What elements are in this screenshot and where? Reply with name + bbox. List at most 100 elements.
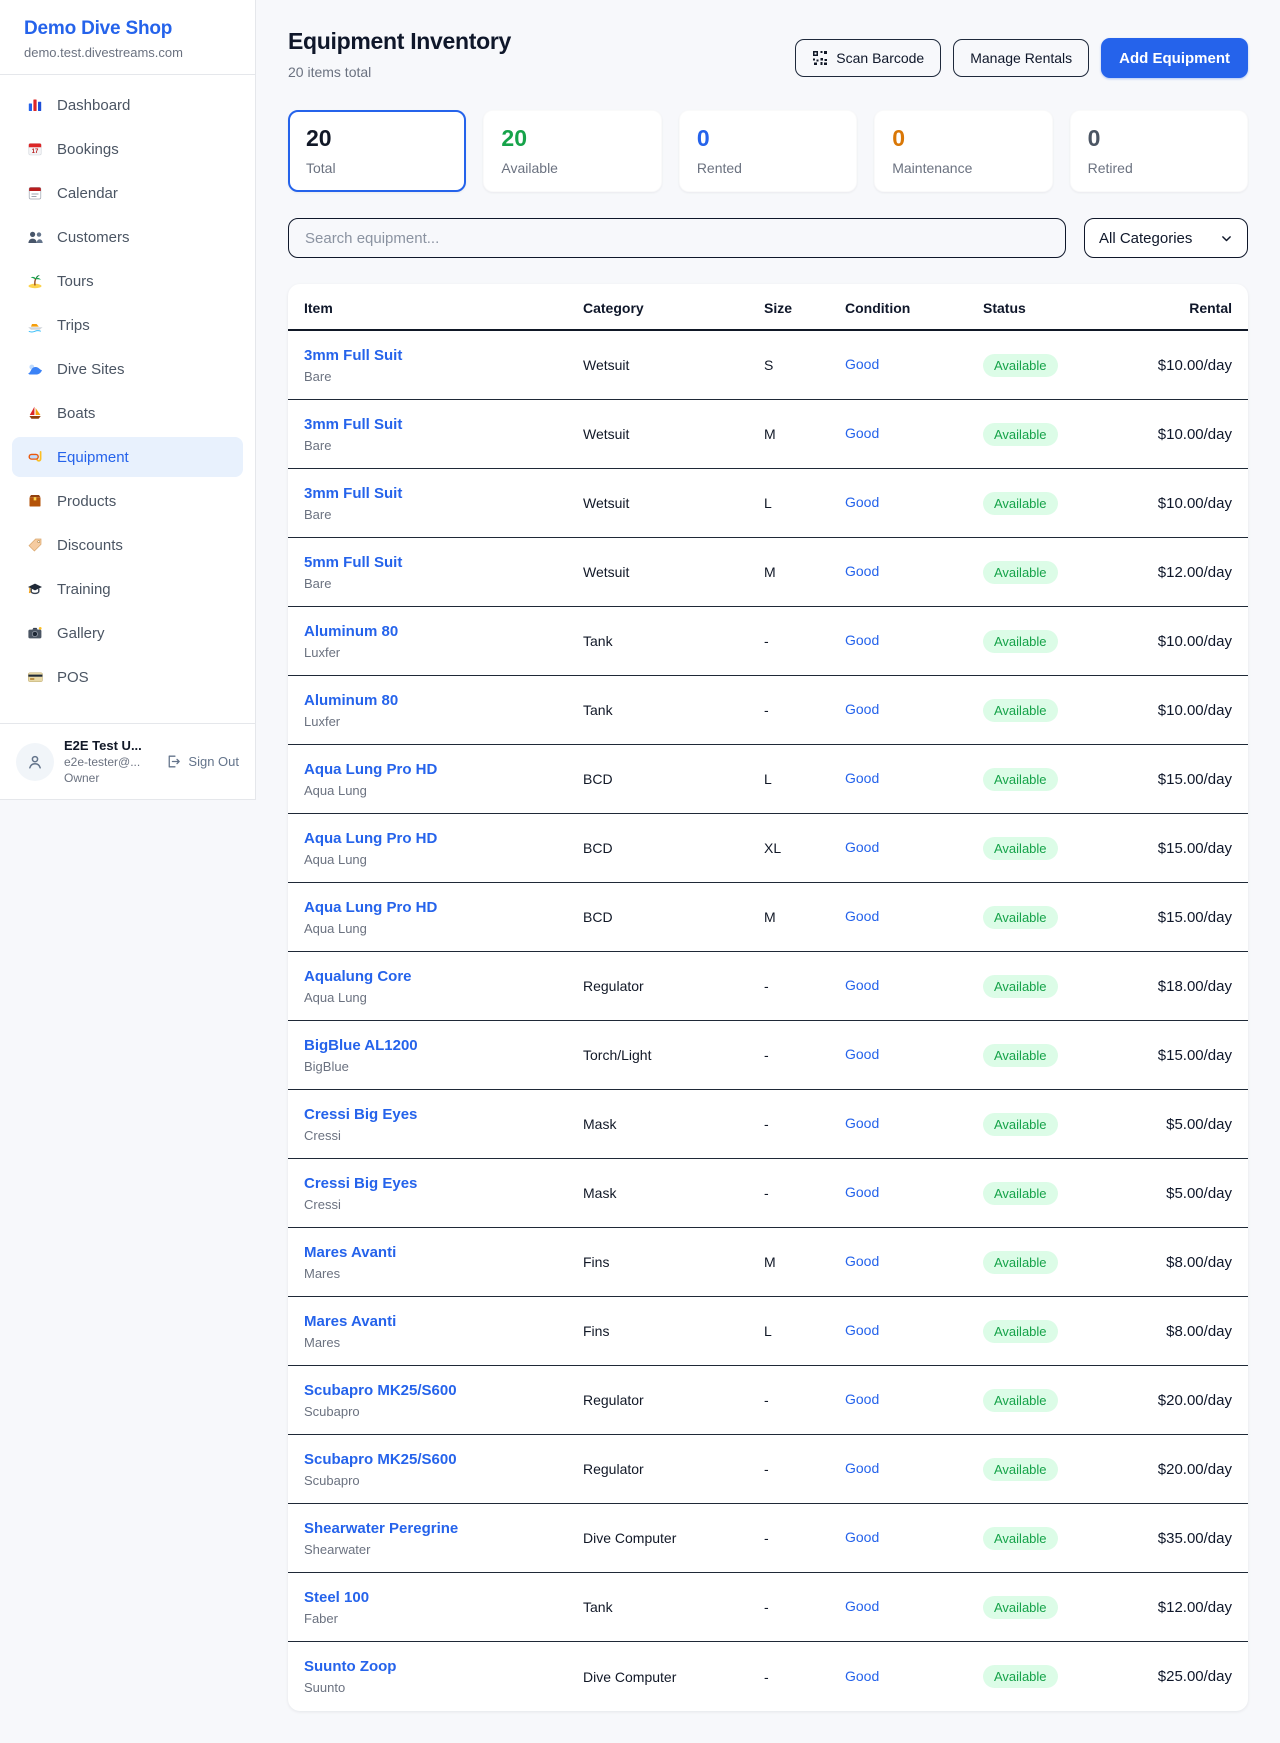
item-name-link[interactable]: Aqua Lung Pro HD	[304, 899, 437, 916]
status-badge: Available	[983, 975, 1058, 998]
item-name-link[interactable]: Steel 100	[304, 1589, 369, 1606]
stat-card-rented[interactable]: 0 Rented	[679, 110, 857, 192]
stat-card-maintenance[interactable]: 0 Maintenance	[874, 110, 1052, 192]
item-name-link[interactable]: Aqualung Core	[304, 968, 412, 985]
item-name-link[interactable]: 3mm Full Suit	[304, 416, 402, 433]
condition-link[interactable]: Good	[845, 1184, 879, 1200]
stats-row: 20 Total 20 Available 0 Rented 0 Mainten…	[288, 110, 1248, 192]
item-name-link[interactable]: Suunto Zoop	[304, 1658, 396, 1675]
table-row: 3mm Full Suit Bare Wetsuit M Good Availa…	[288, 400, 1248, 469]
status-badge: Available	[983, 354, 1058, 377]
condition-link[interactable]: Good	[845, 1391, 879, 1407]
sidebar-item-calendar[interactable]: Calendar	[12, 173, 243, 213]
sidebar-item-dive-sites[interactable]: Dive Sites	[12, 349, 243, 389]
sidebar-item-customers[interactable]: Customers	[12, 217, 243, 257]
column-header-condition: Condition	[845, 300, 983, 316]
condition-link[interactable]: Good	[845, 632, 879, 648]
condition-link[interactable]: Good	[845, 1253, 879, 1269]
sign-out-label: Sign Out	[188, 754, 239, 769]
column-header-status: Status	[983, 300, 1113, 316]
table-row: Aluminum 80 Luxfer Tank - Good Available…	[288, 676, 1248, 745]
condition-link[interactable]: Good	[845, 1668, 879, 1684]
stat-card-total[interactable]: 20 Total	[288, 110, 466, 192]
sidebar-item-gallery[interactable]: Gallery	[12, 613, 243, 653]
sidebar-item-boats[interactable]: Boats	[12, 393, 243, 433]
scan-barcode-button[interactable]: Scan Barcode	[795, 39, 941, 77]
rental-rate: $10.00/day	[1113, 495, 1232, 512]
item-name-link[interactable]: Shearwater Peregrine	[304, 1520, 458, 1537]
sidebar-item-label: Customers	[57, 229, 130, 246]
brand: Demo Dive Shop demo.test.divestreams.com	[0, 0, 255, 74]
sidebar-item-label: Discounts	[57, 537, 123, 554]
stat-label: Retired	[1088, 160, 1230, 176]
condition-link[interactable]: Good	[845, 977, 879, 993]
condition-link[interactable]: Good	[845, 1598, 879, 1614]
user-role: Owner	[64, 771, 155, 785]
item-name-link[interactable]: 5mm Full Suit	[304, 554, 402, 571]
rental-rate: $15.00/day	[1113, 771, 1232, 788]
condition-link[interactable]: Good	[845, 908, 879, 924]
search-input[interactable]	[288, 218, 1066, 258]
table-row: Scubapro MK25/S600 Scubapro Regulator - …	[288, 1366, 1248, 1435]
item-category: Regulator	[583, 1392, 764, 1408]
item-name-link[interactable]: Aqua Lung Pro HD	[304, 761, 437, 778]
item-category: BCD	[583, 909, 764, 925]
sign-out-button[interactable]: Sign Out	[165, 753, 239, 770]
sidebar-item-trips[interactable]: Trips	[12, 305, 243, 345]
category-select[interactable]: All Categories	[1084, 218, 1248, 258]
status-badge: Available	[983, 1596, 1058, 1619]
page-header: Equipment Inventory 20 items total Scan …	[288, 28, 1248, 80]
status-badge: Available	[983, 699, 1058, 722]
stat-label: Maintenance	[892, 160, 1034, 176]
condition-link[interactable]: Good	[845, 563, 879, 579]
stat-label: Total	[306, 160, 448, 176]
rental-rate: $15.00/day	[1113, 909, 1232, 926]
table-row: 5mm Full Suit Bare Wetsuit M Good Availa…	[288, 538, 1248, 607]
item-name-link[interactable]: Scubapro MK25/S600	[304, 1382, 457, 1399]
item-name-link[interactable]: Scubapro MK25/S600	[304, 1451, 457, 1468]
item-name-link[interactable]: Cressi Big Eyes	[304, 1106, 417, 1123]
sidebar-item-training[interactable]: Training	[12, 569, 243, 609]
item-brand: Bare	[304, 507, 583, 522]
condition-link[interactable]: Good	[845, 425, 879, 441]
sidebar: Demo Dive Shop demo.test.divestreams.com…	[0, 0, 256, 800]
item-name-link[interactable]: Aluminum 80	[304, 692, 398, 709]
condition-link[interactable]: Good	[845, 770, 879, 786]
item-name-link[interactable]: 3mm Full Suit	[304, 347, 402, 364]
condition-link[interactable]: Good	[845, 1460, 879, 1476]
table-row: Suunto Zoop Suunto Dive Computer - Good …	[288, 1642, 1248, 1711]
condition-link[interactable]: Good	[845, 1322, 879, 1338]
item-name-link[interactable]: 3mm Full Suit	[304, 485, 402, 502]
item-name-link[interactable]: BigBlue AL1200	[304, 1037, 418, 1054]
stat-value: 0	[1088, 126, 1230, 151]
training-icon	[26, 581, 44, 597]
rental-rate: $25.00/day	[1113, 1668, 1232, 1685]
item-name-link[interactable]: Mares Avanti	[304, 1244, 396, 1261]
sidebar-item-equipment[interactable]: Equipment	[12, 437, 243, 477]
boats-icon	[26, 405, 44, 421]
condition-link[interactable]: Good	[845, 1046, 879, 1062]
sidebar-item-pos[interactable]: POS	[12, 657, 243, 697]
item-name-link[interactable]: Aqua Lung Pro HD	[304, 830, 437, 847]
item-name-link[interactable]: Mares Avanti	[304, 1313, 396, 1330]
item-name-link[interactable]: Aluminum 80	[304, 623, 398, 640]
sidebar-item-products[interactable]: Products	[12, 481, 243, 521]
condition-link[interactable]: Good	[845, 1529, 879, 1545]
item-brand: Aqua Lung	[304, 921, 583, 936]
user-name: E2E Test U...	[64, 738, 155, 753]
condition-link[interactable]: Good	[845, 356, 879, 372]
status-badge: Available	[983, 1182, 1058, 1205]
add-equipment-button[interactable]: Add Equipment	[1101, 38, 1248, 78]
sidebar-item-dashboard[interactable]: Dashboard	[12, 85, 243, 125]
manage-rentals-button[interactable]: Manage Rentals	[953, 39, 1089, 77]
condition-link[interactable]: Good	[845, 839, 879, 855]
sidebar-item-tours[interactable]: Tours	[12, 261, 243, 301]
item-name-link[interactable]: Cressi Big Eyes	[304, 1175, 417, 1192]
condition-link[interactable]: Good	[845, 701, 879, 717]
condition-link[interactable]: Good	[845, 1115, 879, 1131]
stat-card-retired[interactable]: 0 Retired	[1070, 110, 1248, 192]
condition-link[interactable]: Good	[845, 494, 879, 510]
stat-card-available[interactable]: 20 Available	[483, 110, 661, 192]
sidebar-item-discounts[interactable]: Discounts	[12, 525, 243, 565]
sidebar-item-bookings[interactable]: 17 Bookings	[12, 129, 243, 169]
